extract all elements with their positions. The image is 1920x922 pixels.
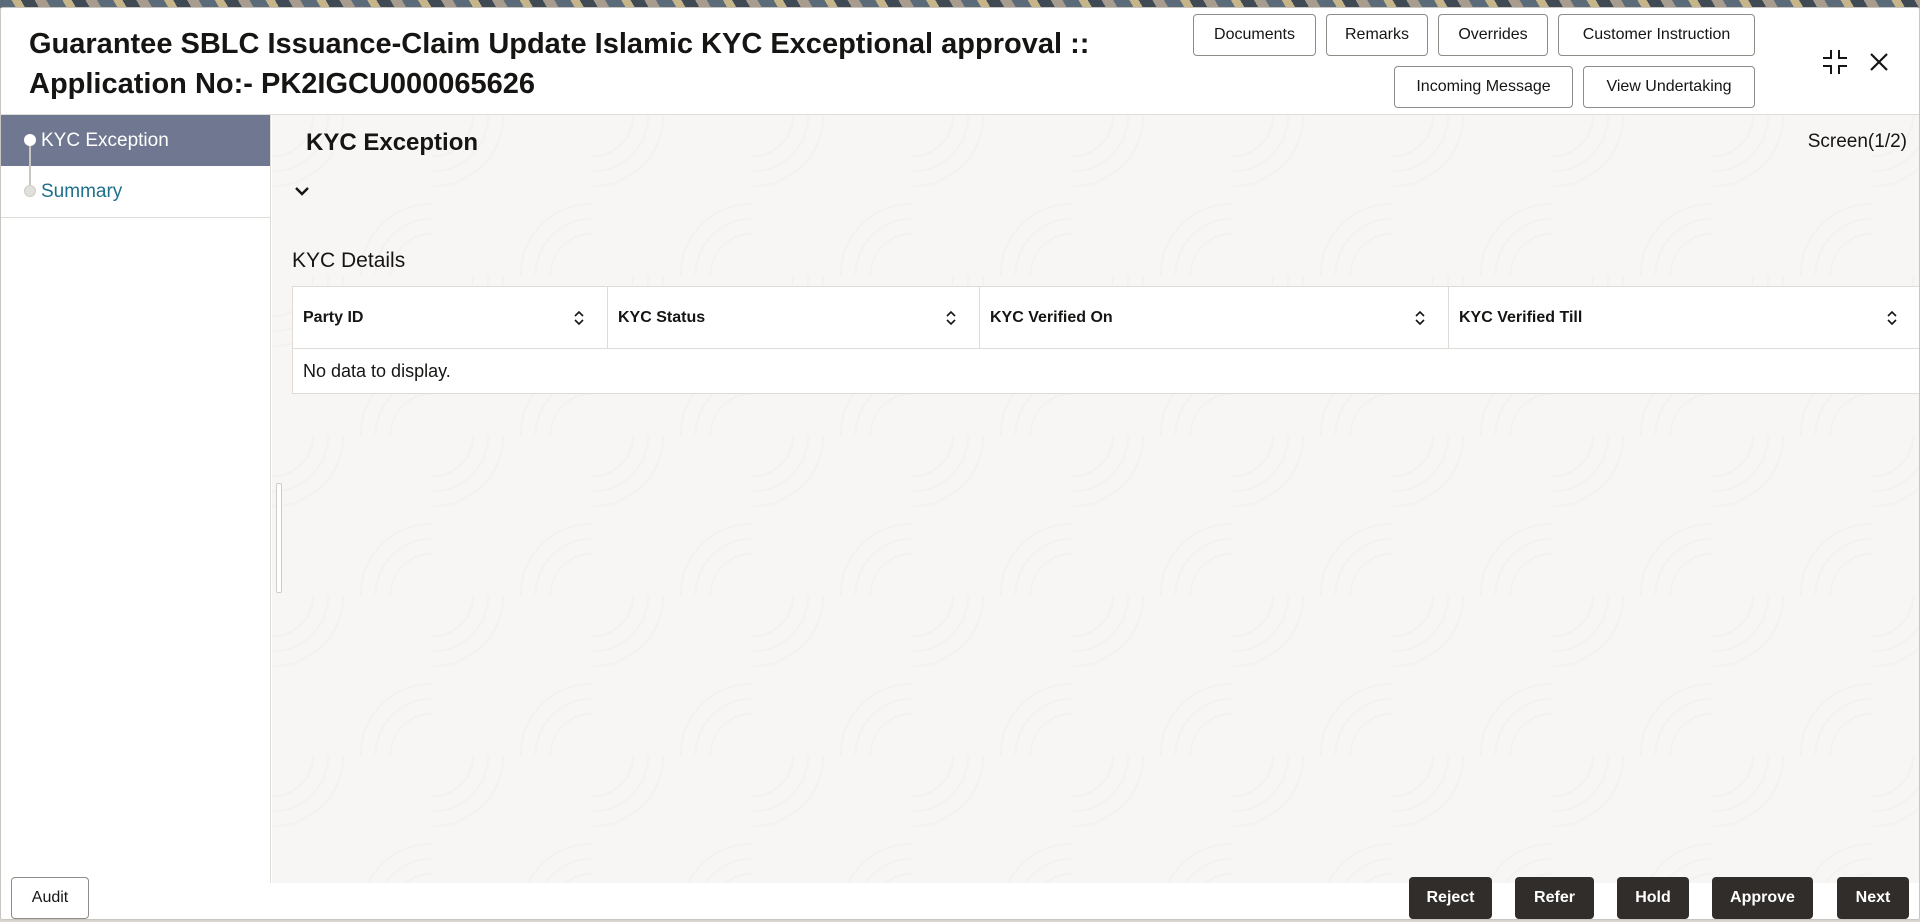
screen-counter: Screen(1/2) (1807, 131, 1907, 152)
dialog-window: Guarantee SBLC Issuance-Claim Update Isl… (0, 7, 1920, 920)
sidebar-item-summary[interactable]: Summary (1, 166, 270, 217)
documents-button[interactable]: Documents (1193, 14, 1316, 56)
column-label: KYC Verified On (990, 308, 1113, 326)
step-connector (29, 146, 31, 166)
title-line-1: Guarantee SBLC Issuance-Claim Update Isl… (29, 28, 1090, 60)
customer-instruction-button[interactable]: Customer Instruction (1558, 14, 1755, 56)
step-inactive-icon (24, 185, 36, 197)
column-header-kyc-verified-till[interactable]: KYC Verified Till (1449, 287, 1919, 348)
column-label: KYC Status (618, 308, 706, 326)
column-label: Party ID (303, 308, 364, 326)
sort-icon (946, 310, 956, 326)
sort-icon (1887, 310, 1897, 326)
audit-button[interactable]: Audit (11, 877, 89, 919)
column-header-kyc-verified-on[interactable]: KYC Verified On (980, 287, 1449, 348)
sidebar: KYC Exception Summary (1, 115, 271, 883)
next-button[interactable]: Next (1837, 877, 1909, 919)
page-title: Guarantee SBLC Issuance-Claim Update Isl… (29, 24, 1149, 104)
table-header: Party ID KYC Status KYC Verified On KYC … (293, 287, 1919, 349)
hold-button[interactable]: Hold (1617, 877, 1689, 919)
table-empty-message: No data to display. (303, 360, 451, 381)
column-header-kyc-status[interactable]: KYC Status (608, 287, 980, 348)
view-undertaking-button[interactable]: View Undertaking (1583, 66, 1755, 108)
kyc-details-title: KYC Details (292, 249, 406, 272)
sort-icon (1415, 310, 1425, 326)
overrides-button[interactable]: Overrides (1438, 14, 1548, 56)
approve-button[interactable]: Approve (1712, 877, 1813, 919)
splitter-handle[interactable] (276, 483, 282, 593)
sidebar-item-label: Summary (41, 180, 123, 202)
compress-icon[interactable] (1818, 45, 1852, 79)
close-icon[interactable] (1862, 45, 1896, 79)
sort-icon (574, 310, 584, 326)
dialog-header: Guarantee SBLC Issuance-Claim Update Isl… (1, 8, 1919, 115)
sidebar-item-label: KYC Exception (41, 129, 169, 151)
remarks-button[interactable]: Remarks (1326, 14, 1428, 56)
title-line-2: Application No:- PK2IGCU000065626 (29, 68, 536, 100)
section-title: KYC Exception (306, 129, 479, 156)
column-header-party-id[interactable]: Party ID (293, 287, 608, 348)
reject-button[interactable]: Reject (1409, 877, 1492, 919)
incoming-message-button[interactable]: Incoming Message (1394, 66, 1573, 108)
chevron-down-icon[interactable] (292, 183, 312, 199)
refer-button[interactable]: Refer (1515, 877, 1594, 919)
sidebar-item-kyc-exception[interactable]: KYC Exception (1, 115, 270, 166)
main-content: KYC Exception Screen(1/2) KYC Details Pa… (272, 115, 1919, 883)
step-connector (29, 166, 31, 185)
sidebar-list: KYC Exception Summary (1, 115, 270, 218)
step-active-icon (24, 134, 36, 146)
kyc-details-table: Party ID KYC Status KYC Verified On KYC … (292, 286, 1919, 394)
column-label: KYC Verified Till (1459, 308, 1583, 326)
